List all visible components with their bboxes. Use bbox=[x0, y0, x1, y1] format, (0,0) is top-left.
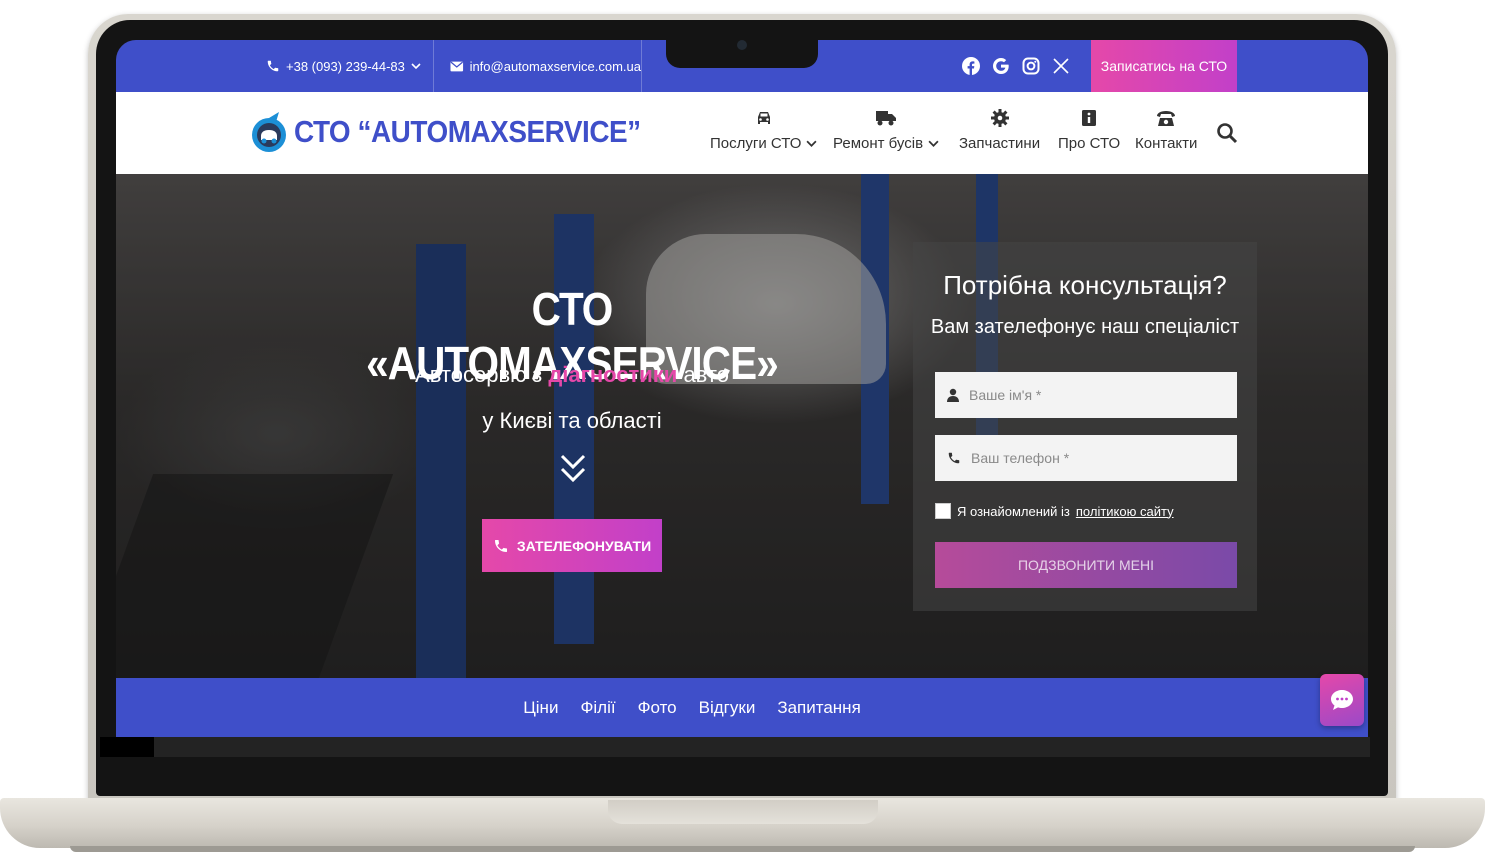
hero-section: СТО «AUTOMAXSERVICE» Автосервіс з діагно… bbox=[116, 174, 1368, 678]
policy-agreement: Я ознайомлений із політикою сайту bbox=[935, 503, 1174, 519]
consultation-form: Потрібна консультація? Вам зателефонує н… bbox=[913, 242, 1257, 611]
double-chevron-down-icon[interactable] bbox=[558, 452, 588, 486]
form-title: Потрібна консультація? bbox=[943, 270, 1227, 300]
phone-number: +38 (093) 239-44-83 bbox=[286, 58, 405, 74]
gear-icon bbox=[990, 109, 1009, 127]
nav-item-contacts[interactable]: Контакти bbox=[1135, 106, 1197, 152]
call-button[interactable]: ЗАТЕЛЕФОНУВАТИ bbox=[482, 519, 662, 572]
nav-item-about[interactable]: Про СТО bbox=[1058, 106, 1120, 152]
nav-label: Запчастини bbox=[959, 135, 1041, 152]
website-screen: +38 (093) 239-44-83 info@automaxservice.… bbox=[116, 40, 1368, 737]
screen-bottom-strip bbox=[100, 737, 1370, 757]
camera-icon bbox=[737, 40, 747, 50]
phone-icon bbox=[494, 539, 507, 552]
chat-button[interactable] bbox=[1320, 674, 1364, 726]
nav-item-parts[interactable]: Запчастини bbox=[959, 106, 1040, 152]
email-contact[interactable]: info@automaxservice.com.ua bbox=[450, 40, 642, 92]
nav-label: Про СТО bbox=[1058, 135, 1121, 152]
email-address: info@automaxservice.com.ua bbox=[469, 58, 641, 74]
name-field[interactable] bbox=[935, 372, 1237, 418]
agree-text: Я ознайомлений із bbox=[957, 503, 1070, 519]
user-icon bbox=[947, 388, 959, 402]
nav-item-bus-repair[interactable]: Ремонт бусів bbox=[833, 106, 939, 152]
car-icon bbox=[757, 112, 770, 124]
policy-link[interactable]: політикою сайту bbox=[1076, 504, 1174, 519]
phone-input[interactable] bbox=[971, 450, 1211, 466]
logo-text[interactable]: СТО “AUTOMAXSERVICE” bbox=[294, 114, 641, 150]
hero-subtitle-text: авто bbox=[677, 362, 729, 387]
policy-checkbox[interactable] bbox=[935, 503, 951, 519]
section-nav: Ціни Філії Фото Відгуки Запитання bbox=[116, 678, 1368, 737]
name-input[interactable] bbox=[969, 387, 1209, 403]
truck-icon bbox=[876, 111, 897, 126]
section-link-branches[interactable]: Філії bbox=[580, 698, 615, 718]
chat-bubble-icon bbox=[1331, 690, 1353, 710]
phone-contact[interactable]: +38 (093) 239-44-83 bbox=[266, 40, 434, 92]
form-subtitle: Вам зателефонує наш спеціаліст bbox=[930, 316, 1240, 338]
call-button-label: ЗАТЕЛЕФОНУВАТИ bbox=[516, 537, 652, 554]
nav-label: Послуги СТО bbox=[710, 135, 802, 152]
book-service-button[interactable]: Записатись на СТО bbox=[1091, 40, 1237, 92]
hero-subtitle-highlight: діагностики bbox=[548, 362, 678, 387]
info-icon bbox=[1082, 110, 1097, 126]
social-links bbox=[962, 40, 1070, 92]
section-link-photos[interactable]: Фото bbox=[638, 698, 677, 718]
chevron-down-icon bbox=[411, 63, 421, 70]
mail-icon bbox=[450, 61, 464, 71]
instagram-icon[interactable] bbox=[1022, 57, 1040, 75]
laptop-base-shadow bbox=[70, 846, 1415, 852]
x-icon[interactable] bbox=[1052, 57, 1070, 75]
phone-icon bbox=[948, 452, 960, 464]
phone-icon bbox=[1157, 111, 1176, 126]
section-link-prices[interactable]: Ціни bbox=[523, 698, 558, 718]
hero-subtitle-text: Автосервіс з bbox=[415, 362, 549, 387]
hero-subtitle: Автосервіс з діагностики авто у Києві та… bbox=[332, 352, 812, 444]
phone-field[interactable] bbox=[935, 435, 1237, 481]
section-link-reviews[interactable]: Відгуки bbox=[699, 698, 756, 718]
facebook-icon[interactable] bbox=[962, 57, 980, 75]
logo-icon[interactable] bbox=[249, 110, 289, 156]
chevron-down-icon bbox=[928, 140, 939, 147]
nav-label: Ремонт бусів bbox=[833, 135, 924, 152]
call-me-button[interactable]: ПОДЗВОНИТИ МЕНІ bbox=[935, 542, 1237, 588]
phone-icon bbox=[267, 60, 279, 72]
chevron-down-icon bbox=[806, 140, 817, 147]
search-icon[interactable] bbox=[1216, 122, 1238, 144]
hero-subtitle-line2: у Києві та області bbox=[482, 408, 662, 433]
google-icon[interactable] bbox=[992, 57, 1010, 75]
laptop-base-notch bbox=[608, 800, 878, 824]
nav-item-services[interactable]: Послуги СТО bbox=[710, 106, 817, 152]
nav-label: Контакти bbox=[1135, 135, 1198, 152]
site-header: СТО “AUTOMAXSERVICE” Послуги СТО Ремонт … bbox=[116, 92, 1368, 174]
section-link-faq[interactable]: Запитання bbox=[777, 698, 860, 718]
